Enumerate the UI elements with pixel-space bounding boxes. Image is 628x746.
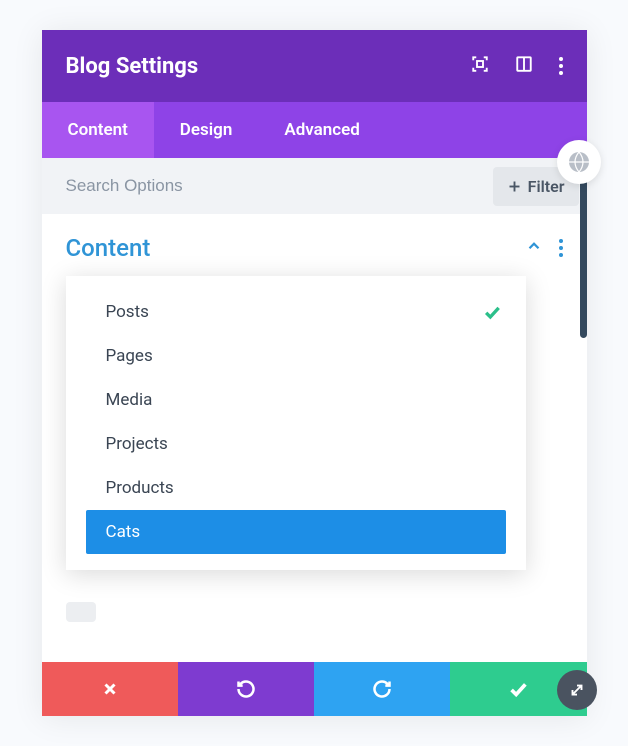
post-type-dropdown: Posts Pages Media Projects Products Cats [66,276,526,570]
dropdown-item-projects[interactable]: Projects [66,422,526,466]
panel-body: Content Posts Pages Media [42,214,587,662]
dropdown-item-pages[interactable]: Pages [66,334,526,378]
dropdown-item-media[interactable]: Media [66,378,526,422]
cancel-button[interactable] [42,662,178,716]
resize-icon [568,681,586,699]
search-input[interactable] [66,176,493,196]
footer-actions [42,662,587,716]
dropdown-item-cats[interactable]: Cats [86,510,506,554]
section-actions [525,237,563,259]
tab-label: Content [68,120,128,140]
redo-icon [372,679,392,699]
tab-label: Advanced [284,120,360,140]
tab-bar: Content Design Advanced [42,102,587,158]
section-title: Content [66,234,151,262]
dropdown-item-label: Pages [106,346,153,366]
header-actions [471,55,563,77]
check-icon [482,302,502,322]
panel-header: Blog Settings [42,30,587,102]
resize-handle[interactable] [557,670,597,710]
section-more-icon[interactable] [559,239,563,257]
close-icon [101,680,119,698]
search-bar: Filter [42,158,587,214]
panel-title: Blog Settings [66,54,199,79]
dropdown-item-posts[interactable]: Posts [66,290,526,334]
tab-advanced[interactable]: Advanced [258,102,386,158]
undo-icon [236,679,256,699]
tab-label: Design [180,120,233,140]
filter-label: Filter [528,177,565,196]
dropdown-item-label: Products [106,478,174,498]
redo-button[interactable] [314,662,450,716]
check-icon [507,678,529,700]
undo-button[interactable] [178,662,314,716]
layout-icon[interactable] [515,55,533,77]
plus-icon [507,179,522,194]
tab-design[interactable]: Design [154,102,259,158]
settings-panel: Blog Settings Content Design Advanced [42,30,587,716]
dropdown-item-label: Cats [106,522,141,542]
tab-content[interactable]: Content [42,102,154,158]
dropdown-item-label: Media [106,390,153,410]
expand-icon[interactable] [471,55,489,77]
toggle-placeholder[interactable] [66,602,96,622]
dropdown-item-label: Projects [106,434,168,454]
dropdown-item-label: Posts [106,302,149,322]
section-header[interactable]: Content [66,234,563,262]
more-menu-icon[interactable] [559,57,563,75]
chevron-up-icon[interactable] [525,237,543,259]
scrollbar[interactable] [580,158,587,338]
dropdown-item-products[interactable]: Products [66,466,526,510]
globe-icon[interactable] [557,140,601,184]
